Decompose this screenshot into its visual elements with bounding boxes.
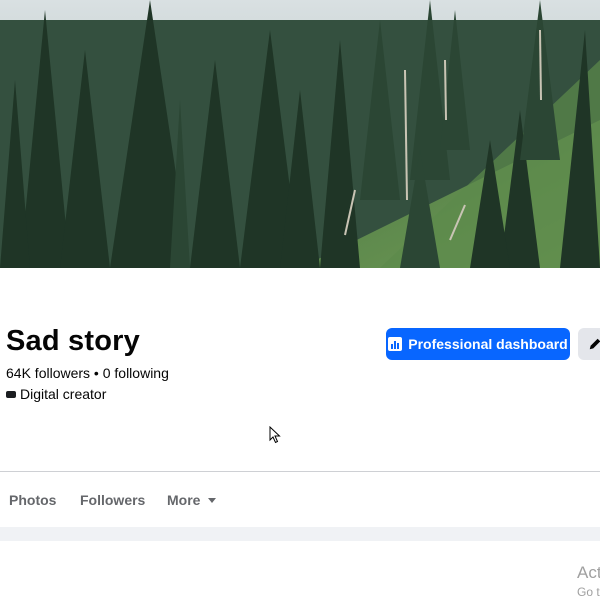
edit-profile-button[interactable]: [578, 328, 600, 360]
caret-down-icon: [208, 498, 217, 503]
tab-more[interactable]: More: [167, 492, 217, 508]
activation-watermark-subtitle: Go t: [577, 585, 600, 599]
mouse-cursor-icon: [269, 426, 281, 444]
tab-label: Followers: [80, 492, 146, 508]
tab-label: More: [167, 492, 201, 508]
page-title: Sad story: [6, 325, 140, 357]
cover-photo[interactable]: [0, 0, 600, 268]
category-label: Digital creator: [20, 386, 107, 402]
profile-tabs: Photos Followers More: [0, 472, 600, 526]
briefcase-icon: [6, 390, 16, 398]
bar-chart-icon: [388, 337, 403, 351]
tab-photos[interactable]: Photos: [9, 492, 56, 508]
follower-stats[interactable]: 64K followers • 0 following: [6, 365, 169, 381]
feed-background-strip: [0, 527, 600, 541]
tab-label: Photos: [9, 492, 57, 508]
tab-followers[interactable]: Followers: [80, 492, 145, 508]
pencil-icon: [589, 338, 600, 350]
activation-watermark-title: Act: [577, 563, 600, 582]
profile-page: Sad story 64K followers • 0 following Di…: [0, 0, 600, 600]
forest-image: [0, 0, 600, 268]
professional-dashboard-button[interactable]: Professional dashboard: [386, 328, 570, 360]
dashboard-label: Professional dashboard: [408, 336, 568, 352]
profile-category: Digital creator: [6, 386, 106, 402]
